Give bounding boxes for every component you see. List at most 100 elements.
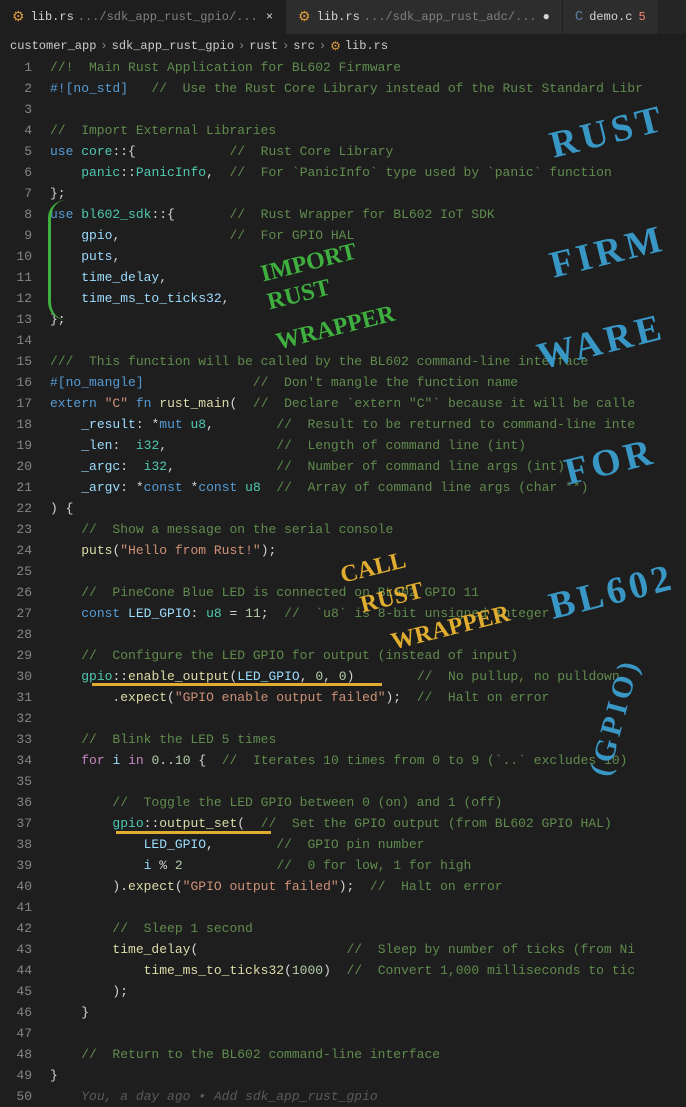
code-line[interactable]: _argc: i32, // Number of command line ar…: [50, 456, 686, 477]
code-line[interactable]: You, a day ago • Add sdk_app_rust_gpio: [50, 1086, 686, 1104]
code-line[interactable]: i % 2 // 0 for low, 1 for high: [50, 855, 686, 876]
line-number: 5: [0, 141, 32, 162]
line-number: 13: [0, 309, 32, 330]
breadcrumb-item[interactable]: customer_app: [10, 39, 96, 53]
code-line[interactable]: time_delay( // Sleep by number of ticks …: [50, 939, 686, 960]
line-number: 27: [0, 603, 32, 624]
code-line[interactable]: gpio::output_set( // Set the GPIO output…: [50, 813, 686, 834]
code-line[interactable]: [50, 99, 686, 120]
rust-icon: ⚙: [298, 9, 311, 26]
code-line[interactable]: );: [50, 981, 686, 1002]
line-number: 14: [0, 330, 32, 351]
code-line[interactable]: _len: i32, // Length of command line (in…: [50, 435, 686, 456]
code-line[interactable]: // Toggle the LED GPIO between 0 (on) an…: [50, 792, 686, 813]
code-line[interactable]: for i in 0..10 { // Iterates 10 times fr…: [50, 750, 686, 771]
code-line[interactable]: use bl602_sdk::{ // Rust Wrapper for BL6…: [50, 204, 686, 225]
code-line[interactable]: extern "C" fn rust_main( // Declare `ext…: [50, 393, 686, 414]
code-line[interactable]: // Sleep 1 second: [50, 918, 686, 939]
line-number: 4: [0, 120, 32, 141]
line-number: 38: [0, 834, 32, 855]
code-line[interactable]: ) {: [50, 498, 686, 519]
code-line[interactable]: };: [50, 183, 686, 204]
code-line[interactable]: LED_GPIO, // GPIO pin number: [50, 834, 686, 855]
line-number: 45: [0, 981, 32, 1002]
breadcrumb-item[interactable]: lib.rs: [345, 39, 388, 53]
code-line[interactable]: panic::PanicInfo, // For `PanicInfo` typ…: [50, 162, 686, 183]
code-line[interactable]: _result: *mut u8, // Result to be return…: [50, 414, 686, 435]
line-number: 47: [0, 1023, 32, 1044]
code-line[interactable]: [50, 708, 686, 729]
line-number: 41: [0, 897, 32, 918]
line-number: 44: [0, 960, 32, 981]
code-line[interactable]: _argv: *const *const u8 // Array of comm…: [50, 477, 686, 498]
code-line[interactable]: // Configure the LED GPIO for output (in…: [50, 645, 686, 666]
code-line[interactable]: gpio, // For GPIO HAL: [50, 225, 686, 246]
code-line[interactable]: puts("Hello from Rust!");: [50, 540, 686, 561]
close-icon[interactable]: ×: [266, 10, 273, 24]
chevron-right-icon: ›: [282, 39, 289, 53]
code-line[interactable]: // Blink the LED 5 times: [50, 729, 686, 750]
code-line[interactable]: #![no_std] // Use the Rust Core Library …: [50, 78, 686, 99]
line-number: 20: [0, 456, 32, 477]
line-number: 43: [0, 939, 32, 960]
code-line[interactable]: [50, 330, 686, 351]
breadcrumb-item[interactable]: rust: [249, 39, 278, 53]
code-line[interactable]: // Return to the BL602 command-line inte…: [50, 1044, 686, 1065]
c-icon: C: [575, 9, 583, 25]
code-content[interactable]: //! Main Rust Application for BL602 Firm…: [50, 57, 686, 1104]
code-line[interactable]: time_delay,: [50, 267, 686, 288]
line-number: 35: [0, 771, 32, 792]
code-line[interactable]: //! Main Rust Application for BL602 Firm…: [50, 57, 686, 78]
line-number: 2: [0, 78, 32, 99]
code-line[interactable]: // Show a message on the serial console: [50, 519, 686, 540]
code-line[interactable]: gpio::enable_output(LED_GPIO, 0, 0) // N…: [50, 666, 686, 687]
code-line[interactable]: };: [50, 309, 686, 330]
code-line[interactable]: [50, 1023, 686, 1044]
line-number: 42: [0, 918, 32, 939]
code-line[interactable]: [50, 624, 686, 645]
code-line[interactable]: [50, 897, 686, 918]
code-editor[interactable]: 1234567891011121314151617181920212223242…: [0, 57, 686, 1104]
line-number: 1: [0, 57, 32, 78]
line-number: 28: [0, 624, 32, 645]
line-number: 31: [0, 687, 32, 708]
line-number: 3: [0, 99, 32, 120]
line-number: 12: [0, 288, 32, 309]
code-line[interactable]: const LED_GPIO: u8 = 11; // `u8` is 8-bi…: [50, 603, 686, 624]
code-line[interactable]: time_ms_to_ticks32(1000) // Convert 1,00…: [50, 960, 686, 981]
line-number: 21: [0, 477, 32, 498]
code-line[interactable]: puts,: [50, 246, 686, 267]
code-line[interactable]: /// This function will be called by the …: [50, 351, 686, 372]
rust-icon: ⚙: [12, 9, 25, 26]
line-number: 10: [0, 246, 32, 267]
line-number: 15: [0, 351, 32, 372]
line-number: 16: [0, 372, 32, 393]
line-number: 8: [0, 204, 32, 225]
line-number: 39: [0, 855, 32, 876]
tab-problem-count: 5: [638, 10, 645, 24]
code-line[interactable]: #[no_mangle] // Don't mangle the functio…: [50, 372, 686, 393]
code-line[interactable]: }: [50, 1002, 686, 1023]
code-line[interactable]: [50, 561, 686, 582]
code-line[interactable]: use core::{ // Rust Core Library: [50, 141, 686, 162]
line-number: 32: [0, 708, 32, 729]
code-line[interactable]: // PineCone Blue LED is connected on BL6…: [50, 582, 686, 603]
breadcrumb-item[interactable]: sdk_app_rust_gpio: [112, 39, 234, 53]
line-number: 33: [0, 729, 32, 750]
line-number: 37: [0, 813, 32, 834]
code-line[interactable]: [50, 771, 686, 792]
editor-tabs: ⚙ lib.rs .../sdk_app_rust_gpio/... × ⚙ l…: [0, 0, 686, 35]
code-line[interactable]: ).expect("GPIO output failed"); // Halt …: [50, 876, 686, 897]
code-line[interactable]: .expect("GPIO enable output failed"); //…: [50, 687, 686, 708]
tab-lib-gpio[interactable]: ⚙ lib.rs .../sdk_app_rust_gpio/... ×: [0, 0, 286, 34]
line-number: 26: [0, 582, 32, 603]
breadcrumb-item[interactable]: src: [293, 39, 315, 53]
tab-demo-c[interactable]: C demo.c 5: [563, 0, 659, 34]
tab-lib-adc[interactable]: ⚙ lib.rs .../sdk_app_rust_adc/... ●: [286, 0, 563, 34]
line-number-gutter: 1234567891011121314151617181920212223242…: [0, 57, 50, 1104]
code-line[interactable]: time_ms_to_ticks32,: [50, 288, 686, 309]
breadcrumb[interactable]: customer_app › sdk_app_rust_gpio › rust …: [0, 35, 686, 57]
chevron-right-icon: ›: [319, 39, 326, 53]
code-line[interactable]: // Import External Libraries: [50, 120, 686, 141]
code-line[interactable]: }: [50, 1065, 686, 1086]
